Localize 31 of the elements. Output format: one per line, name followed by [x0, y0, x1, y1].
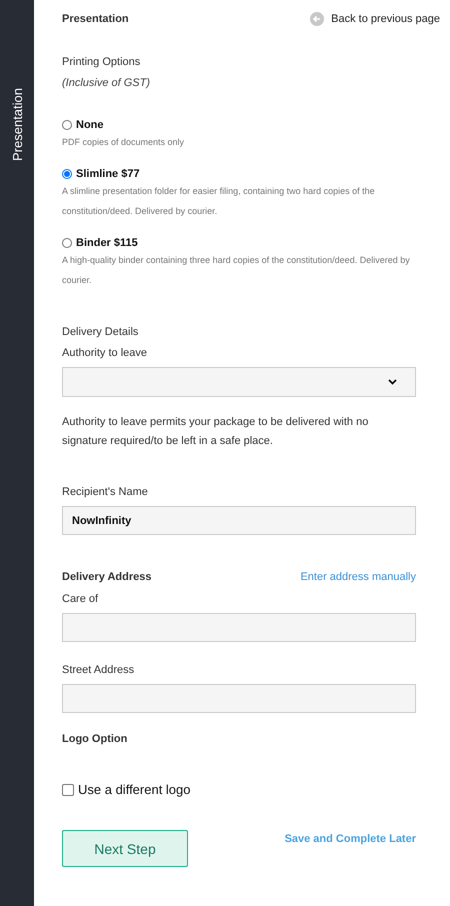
field-label: Care of [62, 593, 100, 605]
radio-button[interactable] [62, 169, 72, 179]
option-label: None [76, 119, 104, 131]
section-heading: Delivery Details [62, 326, 140, 338]
sidebar-label: Presentation [10, 88, 24, 161]
field-label: Street Address [62, 664, 136, 676]
radio-button[interactable] [62, 120, 72, 130]
field-label: Recipient's Name [62, 486, 149, 498]
option-label: Binder $115 [76, 237, 138, 249]
checkbox-label: Use a different logo [78, 782, 190, 797]
manual-address-link[interactable]: Enter address manually [300, 571, 416, 583]
option-description: A high-quality binder containing three hard copies of the constitution/deed. Delivered by courier. [62, 254, 411, 287]
option-label: Slimline $77 [76, 168, 140, 180]
section-heading: Printing Options [62, 56, 142, 68]
authority-note: Authority to leave permits your package to be delivered with no signature required/to be left in a safe place. [62, 415, 370, 449]
radio-button[interactable] [62, 238, 72, 248]
option-description: PDF copies of documents only [62, 136, 186, 149]
next-step-button[interactable]: Next Step [62, 830, 188, 867]
gst-note: (Inclusive of GST) [62, 77, 152, 89]
save-later-link[interactable]: Save and Complete Later [284, 833, 416, 845]
section-heading: Logo Option [62, 733, 128, 745]
care-of-field[interactable] [62, 613, 416, 642]
recipient-field[interactable]: NowInfinity [62, 506, 416, 535]
section-heading: Delivery Address [62, 571, 152, 583]
chevron-down-icon [388, 379, 397, 385]
checkbox[interactable] [62, 784, 74, 796]
field-label: Authority to leave [62, 347, 148, 359]
street-address-field[interactable] [62, 684, 416, 713]
page-title: Presentation [62, 13, 129, 25]
option-description: A slimline presentation folder for easier filing, containing two hard copies of the constitution/deed. Delivered by courier. [62, 185, 376, 218]
back-link[interactable]: Back to previous page [310, 12, 440, 26]
